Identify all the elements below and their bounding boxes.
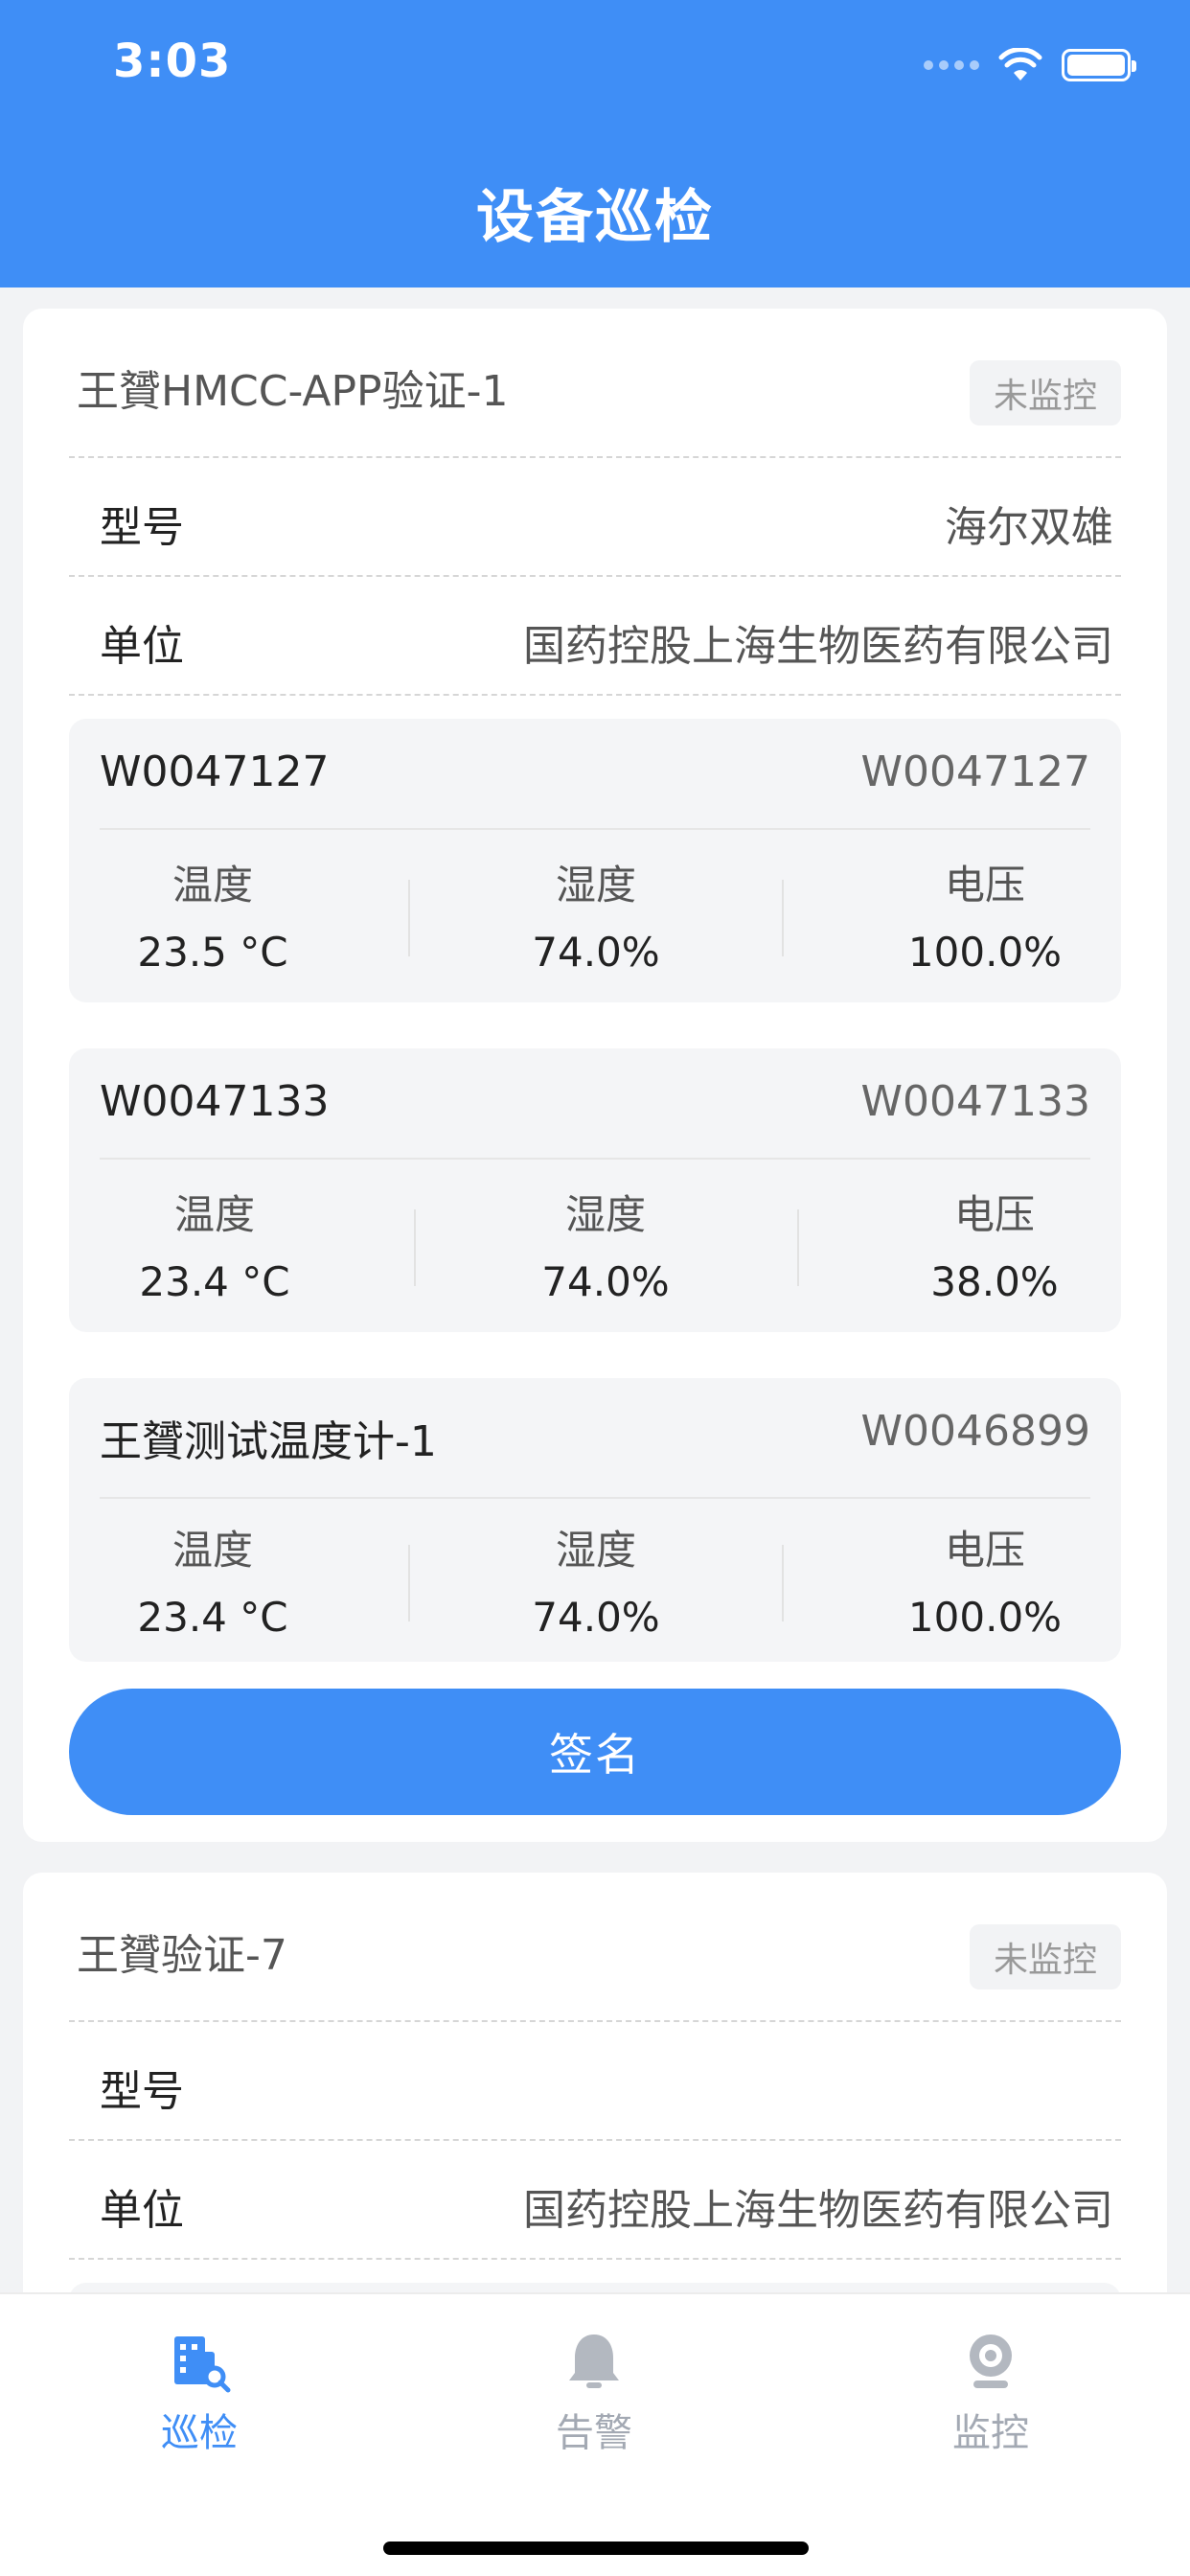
sensor-code: W0047133 (860, 1077, 1090, 1126)
tab-label: 巡检 (161, 2411, 238, 2455)
metric-label: 湿度 (555, 1527, 636, 1574)
metric-voltage: 电压 38.0% (851, 1188, 1138, 1309)
device-card: 王贇验证-7 未监控 型号 单位 国药控股上海生物医药有限公司 (23, 1873, 1167, 2292)
model-label: 型号 (100, 503, 184, 552)
sensor-code: W0046899 (860, 1407, 1090, 1456)
sensor-card[interactable]: W0047127 W0047127 温度 23.5 °C 湿度 74.0% 电压… (69, 719, 1121, 1002)
sensor-name: W0047133 (100, 1077, 330, 1126)
unit-value: 国药控股上海生物医药有限公司 (523, 2186, 1113, 2235)
status-badge: 未监控 (970, 1924, 1121, 1990)
unit-row: 单位 国药控股上海生物医药有限公司 (69, 2139, 1121, 2258)
metric-humidity: 湿度 74.0% (452, 1524, 740, 1644)
sensor-name: W0047127 (100, 748, 330, 796)
battery-icon (1062, 49, 1136, 81)
building-search-icon (174, 2336, 231, 2393)
metric-value: 74.0% (532, 929, 660, 976)
metric-temperature: 温度 23.4 °C (71, 1188, 358, 1309)
divider (100, 828, 1090, 830)
tab-alarm[interactable]: 告警 (479, 2327, 709, 2457)
metric-value: 23.4 °C (139, 1258, 290, 1305)
device-list[interactable]: 王贇HMCC-APP验证-1 未监控 型号 海尔双雄 单位 国药控股上海生物医药… (0, 288, 1190, 2292)
status-icons (924, 46, 1136, 84)
divider (797, 1209, 799, 1286)
sensor-name: 王贇测试温度计-1 (100, 1417, 437, 1466)
page-title: 设备巡检 (476, 184, 714, 251)
unit-row: 单位 国药控股上海生物医药有限公司 (69, 575, 1121, 694)
status-badge: 未监控 (970, 360, 1121, 426)
unit-label: 单位 (100, 2186, 184, 2235)
divider (782, 1545, 784, 1622)
metric-temperature: 温度 23.5 °C (69, 859, 356, 979)
unit-value: 国药控股上海生物医药有限公司 (523, 622, 1113, 671)
divider (69, 694, 1121, 696)
metric-value: 23.4 °C (137, 1594, 288, 1641)
metric-label: 电压 (944, 862, 1025, 908)
wifi-icon (998, 48, 1042, 80)
device-name: 王贇HMCC-APP验证-1 (77, 367, 509, 416)
metric-value: 100.0% (907, 929, 1063, 976)
divider (414, 1209, 416, 1286)
metric-label: 电压 (953, 1191, 1035, 1238)
metric-humidity: 湿度 74.0% (452, 859, 740, 979)
metric-value: 100.0% (907, 1594, 1063, 1641)
app-root: 3:03 设备巡检 王贇HMCC-APP验证-1 未监控 型号 海尔双雄 单位 … (0, 0, 1190, 2576)
tab-monitor[interactable]: 监控 (876, 2327, 1106, 2457)
model-row: 型号 海尔双雄 (69, 456, 1121, 575)
header: 3:03 设备巡检 (0, 0, 1190, 288)
device-card: 王贇HMCC-APP验证-1 未监控 型号 海尔双雄 单位 国药控股上海生物医药… (23, 309, 1167, 1842)
home-indicator (383, 2542, 809, 2555)
divider (782, 880, 784, 956)
sensor-card[interactable] (69, 2283, 1121, 2292)
unit-label: 单位 (100, 622, 184, 671)
metric-value: 38.0% (930, 1258, 1059, 1305)
sensor-code: W0047127 (860, 748, 1090, 796)
metric-label: 湿度 (564, 1191, 646, 1238)
metric-label: 温度 (173, 1191, 255, 1238)
metric-humidity: 湿度 74.0% (462, 1188, 749, 1309)
bell-icon (569, 2334, 619, 2388)
divider (408, 880, 410, 956)
metric-label: 电压 (944, 1527, 1025, 1574)
device-name: 王贇验证-7 (77, 1931, 287, 1980)
metric-label: 湿度 (555, 862, 636, 908)
metric-value: 23.5 °C (137, 929, 288, 976)
metric-value: 74.0% (541, 1258, 670, 1305)
divider (100, 1158, 1090, 1160)
sign-button[interactable]: 签名 (69, 1689, 1121, 1815)
divider (408, 1545, 410, 1622)
metric-value: 74.0% (532, 1594, 660, 1641)
metric-temperature: 温度 23.4 °C (69, 1524, 356, 1644)
sensor-card[interactable]: W0047133 W0047133 温度 23.4 °C 湿度 74.0% 电压… (69, 1048, 1121, 1332)
model-label: 型号 (100, 2067, 184, 2116)
tab-label: 监控 (952, 2411, 1029, 2455)
metric-voltage: 电压 100.0% (841, 859, 1129, 979)
divider (100, 1497, 1090, 1499)
divider (69, 2258, 1121, 2260)
metric-voltage: 电压 100.0% (841, 1524, 1129, 1644)
signal-icon (924, 60, 979, 70)
model-row: 型号 (69, 2020, 1121, 2139)
model-value: 海尔双雄 (945, 503, 1113, 552)
tab-label: 告警 (556, 2411, 632, 2455)
status-time: 3:03 (113, 34, 232, 88)
metric-label: 温度 (172, 862, 253, 908)
tab-inspection[interactable]: 巡检 (84, 2327, 314, 2457)
tab-bar: 巡检 告警 监控 (0, 2292, 1190, 2576)
sensor-card[interactable]: 王贇测试温度计-1 W0046899 温度 23.4 °C 湿度 74.0% 电… (69, 1378, 1121, 1662)
camera-icon (970, 2334, 1012, 2388)
metric-label: 温度 (172, 1527, 253, 1574)
